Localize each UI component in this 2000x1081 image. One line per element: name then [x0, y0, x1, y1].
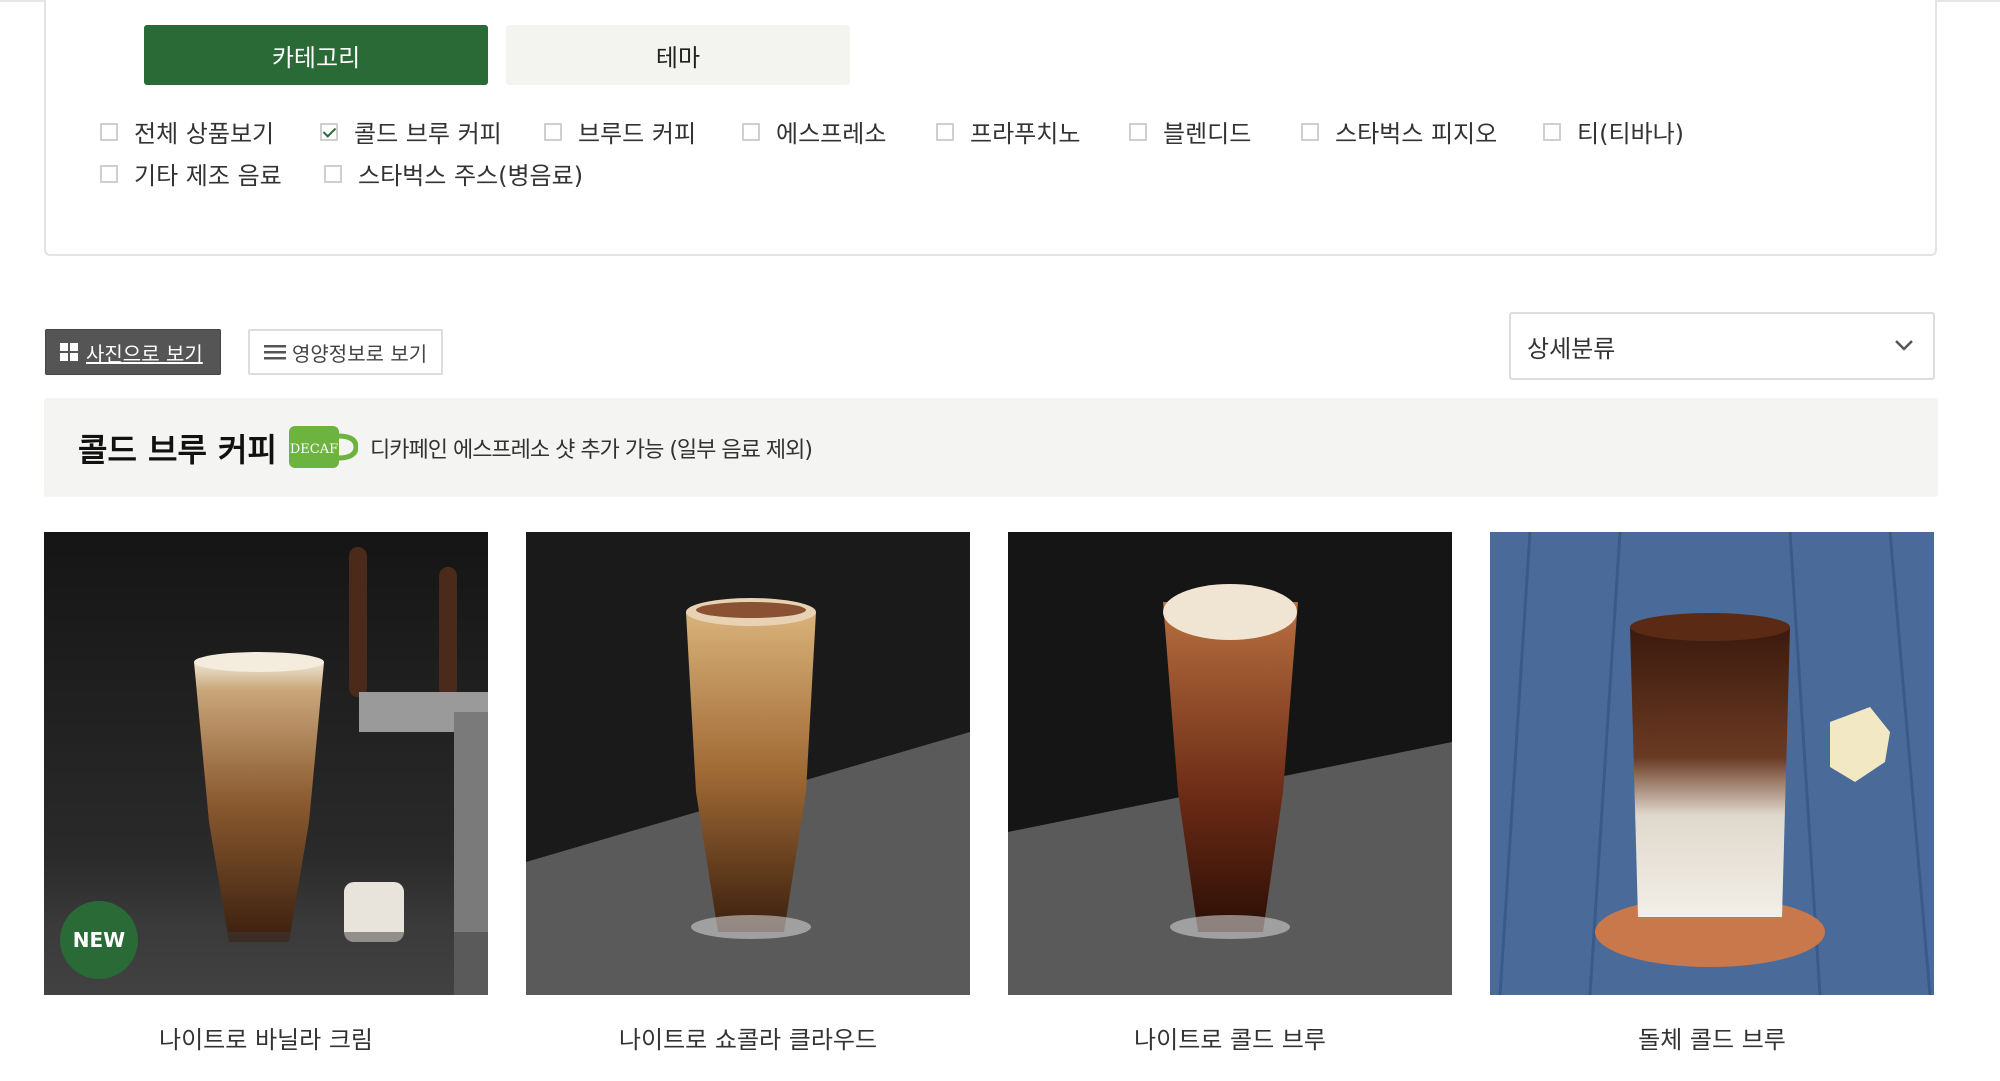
- product-name[interactable]: 나이트로 콜드 브루: [1008, 1020, 1452, 1055]
- checkbox[interactable]: [1543, 122, 1561, 141]
- product-name[interactable]: 돌체 콜드 브루: [1490, 1020, 1934, 1055]
- view-nutrition-label: 영양정보로 보기: [292, 341, 428, 366]
- checkbox[interactable]: [100, 122, 118, 141]
- product-image[interactable]: [526, 532, 970, 995]
- product-card[interactable]: 나이트로 콜드 브루: [1008, 532, 1452, 1054]
- category-fizzio[interactable]: 스타벅스 피지오: [1301, 114, 1497, 149]
- category-frappuccino[interactable]: 프라푸치노: [936, 114, 1080, 149]
- product-name[interactable]: 나이트로 바닐라 크림: [44, 1020, 488, 1055]
- grid-icon: [60, 343, 78, 361]
- category-blended[interactable]: 블렌디드: [1129, 114, 1251, 149]
- category-note: 디카페인 에스프레소 샷 추가 가능 (일부 음료 제외): [370, 437, 813, 463]
- checkbox[interactable]: [544, 122, 562, 141]
- nitro-cold-brew-photo: [1008, 532, 1452, 995]
- product-image[interactable]: [1008, 532, 1452, 995]
- product-name[interactable]: 나이트로 쇼콜라 클라우드: [526, 1020, 970, 1055]
- tab-theme[interactable]: 테마: [506, 25, 850, 85]
- view-nutrition-button[interactable]: 영양정보로 보기: [248, 329, 443, 375]
- checkbox[interactable]: [324, 164, 342, 183]
- tab-category[interactable]: 카테고리: [144, 25, 488, 85]
- select-value: 상세분류: [1527, 334, 1616, 363]
- checkbox-checked[interactable]: [320, 122, 338, 141]
- new-badge: NEW: [60, 901, 138, 979]
- checkbox[interactable]: [742, 122, 760, 141]
- filter-panel: 카테고리 테마 전체 상품보기 콜드 브루 커피 브루드 커피 에스프레소 프라…: [44, 0, 1937, 256]
- product-card[interactable]: 나이트로 쇼콜라 클라우드: [526, 532, 970, 1054]
- dolce-cold-brew-photo: [1490, 532, 1934, 995]
- category-tea[interactable]: 티(티바나): [1543, 114, 1684, 149]
- category-all[interactable]: 전체 상품보기: [100, 114, 274, 149]
- detail-category-select[interactable]: 상세분류: [1509, 312, 1935, 380]
- checkbox[interactable]: [1301, 122, 1319, 141]
- checkbox[interactable]: [100, 164, 118, 183]
- category-other-beverages[interactable]: 기타 제조 음료: [100, 156, 282, 191]
- category-brewed-coffee[interactable]: 브루드 커피: [544, 114, 696, 149]
- view-photo-label: 사진으로 보기: [86, 341, 203, 366]
- category-juice[interactable]: 스타벅스 주스(병음료): [324, 156, 583, 191]
- product-image[interactable]: [1490, 532, 1934, 995]
- nitro-chocolate-cloud-photo: [526, 532, 970, 995]
- category-espresso[interactable]: 에스프레소: [742, 114, 886, 149]
- view-photo-button[interactable]: 사진으로 보기: [45, 329, 221, 375]
- category-title: 콜드 브루 커피: [78, 430, 277, 469]
- product-image[interactable]: NEW: [44, 532, 488, 995]
- decaf-logo: DECAF: [289, 426, 358, 468]
- product-card[interactable]: NEW 나이트로 바닐라 크림: [44, 532, 488, 1054]
- list-icon: [264, 345, 286, 360]
- checkbox[interactable]: [936, 122, 954, 141]
- product-card[interactable]: 돌체 콜드 브루: [1490, 532, 1934, 1054]
- category-cold-brew[interactable]: 콜드 브루 커피: [320, 114, 502, 149]
- category-header: 콜드 브루 커피 DECAF 디카페인 에스프레소 샷 추가 가능 (일부 음료…: [44, 398, 1938, 497]
- decaf-logo-text: DECAF: [290, 442, 338, 457]
- chevron-down-icon: [1895, 340, 1913, 351]
- checkbox[interactable]: [1129, 122, 1147, 141]
